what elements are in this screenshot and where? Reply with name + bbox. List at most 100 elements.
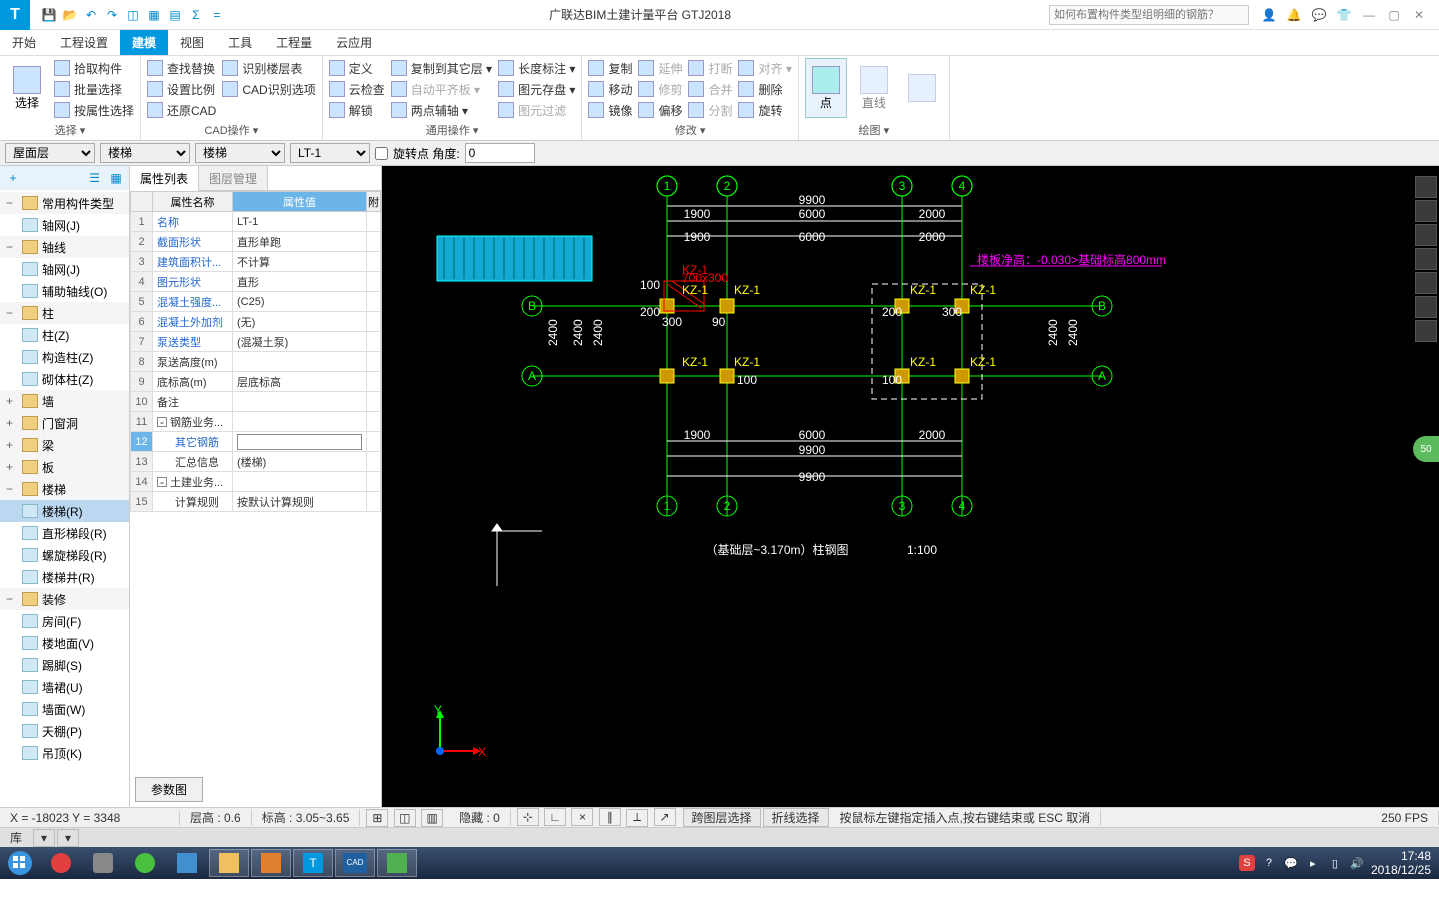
- tree-item[interactable]: 直形梯段(R): [0, 522, 129, 544]
- property-row[interactable]: 14-土建业务...: [131, 472, 381, 492]
- cad-identify-options-button[interactable]: CAD识别选项: [222, 79, 315, 99]
- tree-group[interactable]: +墙: [0, 390, 129, 412]
- taskbar-app-5[interactable]: [209, 849, 249, 877]
- identify-floor-table-button[interactable]: 识别楼层表: [222, 58, 315, 78]
- property-row[interactable]: 6混凝土外加剂(无): [131, 312, 381, 332]
- tree-item[interactable]: 墙裙(U): [0, 676, 129, 698]
- view-tool-1[interactable]: [1415, 176, 1437, 198]
- status2-btn-2[interactable]: ▾: [57, 829, 79, 847]
- status-snap-4[interactable]: ∥: [599, 808, 621, 826]
- status-btn-3[interactable]: ▥: [421, 809, 443, 827]
- length-dimension-button[interactable]: 长度标注 ▾: [498, 58, 575, 78]
- menu-tab-4[interactable]: 工具: [216, 30, 264, 55]
- taskbar-app-2[interactable]: [83, 849, 123, 877]
- ribbon-group-common-label[interactable]: 通用操作 ▾: [329, 120, 576, 138]
- element-save-button[interactable]: 图元存盘 ▾: [498, 79, 575, 99]
- maximize-button[interactable]: ▢: [1384, 8, 1404, 22]
- tree-item[interactable]: 柱(Z): [0, 324, 129, 346]
- ribbon-group-cad-label[interactable]: CAD操作 ▾: [147, 120, 316, 138]
- status-snap-5[interactable]: ⟂: [626, 809, 648, 827]
- taskbar-app-cad[interactable]: CAD: [335, 849, 375, 877]
- status-snap-3[interactable]: ×: [571, 808, 593, 826]
- define-button[interactable]: 定义: [329, 58, 385, 78]
- menu-tab-0[interactable]: 开始: [0, 30, 48, 55]
- qat-redo-icon[interactable]: ↷: [103, 6, 121, 24]
- shirt-icon[interactable]: 👕: [1334, 8, 1354, 22]
- property-row[interactable]: 2截面形状直形单跑: [131, 232, 381, 252]
- tab-property-list[interactable]: 属性列表: [130, 166, 199, 191]
- property-row[interactable]: 8泵送高度(m): [131, 352, 381, 372]
- restore-cad-button[interactable]: 还原CAD: [147, 100, 216, 120]
- param-diagram-button[interactable]: 参数图: [135, 777, 203, 802]
- tree-list-icon[interactable]: ☰: [86, 169, 104, 187]
- offset-button[interactable]: 偏移: [638, 100, 682, 120]
- status2-btn-1[interactable]: ▾: [33, 829, 55, 847]
- tree-group[interactable]: −轴线: [0, 236, 129, 258]
- batch-select-button[interactable]: 批量选择: [54, 79, 134, 99]
- tree-item[interactable]: 墙面(W): [0, 698, 129, 720]
- point-button[interactable]: 点: [805, 58, 847, 118]
- tree-group[interactable]: +梁: [0, 434, 129, 456]
- floor-select[interactable]: 屋面层: [5, 143, 95, 163]
- tray-flag-icon[interactable]: ▸: [1305, 855, 1321, 871]
- ribbon-group-draw-label[interactable]: 绘图 ▾: [805, 120, 943, 138]
- two-point-aux-axis-button[interactable]: 两点辅轴 ▾: [391, 100, 492, 120]
- user-icon[interactable]: 👤: [1259, 8, 1279, 22]
- tree-item[interactable]: 天棚(P): [0, 720, 129, 742]
- taskbar-app-gtj[interactable]: T: [293, 849, 333, 877]
- pick-component-button[interactable]: 拾取构件: [54, 58, 134, 78]
- category1-select[interactable]: 楼梯: [100, 143, 190, 163]
- tree-item[interactable]: 螺旋梯段(R): [0, 544, 129, 566]
- status-snap-1[interactable]: ⊹: [517, 808, 539, 826]
- tree-add-icon[interactable]: +: [4, 169, 22, 187]
- tree-item[interactable]: 楼梯井(R): [0, 566, 129, 588]
- taskbar-app-3[interactable]: [125, 849, 165, 877]
- taskbar-app-6[interactable]: [251, 849, 291, 877]
- property-row[interactable]: 4图元形状直形: [131, 272, 381, 292]
- tray-network-icon[interactable]: ▯: [1327, 855, 1343, 871]
- view-tool-5[interactable]: [1415, 272, 1437, 294]
- ribbon-group-modify-label[interactable]: 修改 ▾: [588, 120, 791, 138]
- tray-volume-icon[interactable]: 🔊: [1349, 855, 1365, 871]
- chat-icon[interactable]: 💬: [1309, 8, 1329, 22]
- tree-group[interactable]: −楼梯: [0, 478, 129, 500]
- rotate-checkbox[interactable]: [375, 147, 388, 160]
- tab-layer-manage[interactable]: 图层管理: [199, 166, 268, 190]
- property-row[interactable]: 12其它钢筋: [131, 432, 381, 452]
- property-row[interactable]: 13汇总信息(楼梯): [131, 452, 381, 472]
- property-row[interactable]: 7泵送类型(混凝土泵): [131, 332, 381, 352]
- property-row[interactable]: 9底标高(m)层底标高: [131, 372, 381, 392]
- property-row[interactable]: 11-钢筋业务...: [131, 412, 381, 432]
- tree-group[interactable]: −装修: [0, 588, 129, 610]
- qat-open-icon[interactable]: 📂: [61, 6, 79, 24]
- taskbar-clock[interactable]: 17:482018/12/25: [1371, 849, 1431, 878]
- tray-input-icon[interactable]: S: [1239, 855, 1255, 871]
- menu-tab-3[interactable]: 视图: [168, 30, 216, 55]
- qat-save-icon[interactable]: 💾: [40, 6, 58, 24]
- status-ku[interactable]: 库: [0, 829, 32, 846]
- property-row[interactable]: 1名称LT-1: [131, 212, 381, 232]
- taskbar-app-4[interactable]: [167, 849, 207, 877]
- qat-sum-icon[interactable]: Σ: [187, 6, 205, 24]
- copy-to-floor-button[interactable]: 复制到其它层 ▾: [391, 58, 492, 78]
- notify-icon[interactable]: 🔔: [1284, 8, 1304, 22]
- view-tool-4[interactable]: [1415, 248, 1437, 270]
- property-row[interactable]: 15计算规则按默认计算规则: [131, 492, 381, 512]
- mirror-button[interactable]: 镜像: [588, 100, 632, 120]
- view-tool-3[interactable]: [1415, 224, 1437, 246]
- menu-tab-2[interactable]: 建模: [120, 30, 168, 55]
- ribbon-group-select-label[interactable]: 选择 ▾: [6, 120, 134, 138]
- status-btn-2[interactable]: ◫: [394, 809, 416, 827]
- tree-item[interactable]: 楼地面(V): [0, 632, 129, 654]
- tray-shield-icon[interactable]: ?: [1261, 855, 1277, 871]
- view-tool-6[interactable]: [1415, 296, 1437, 318]
- polyline-select-button[interactable]: 折线选择: [763, 808, 829, 827]
- tree-item[interactable]: 踢脚(S): [0, 654, 129, 676]
- qat-equals-icon[interactable]: =: [208, 6, 226, 24]
- tree-item[interactable]: 楼梯(R): [0, 500, 129, 522]
- tree-item[interactable]: 砌体柱(Z): [0, 368, 129, 390]
- delete-button[interactable]: 删除: [738, 79, 791, 99]
- tree-item[interactable]: 构造柱(Z): [0, 346, 129, 368]
- qat-undo-icon[interactable]: ↶: [82, 6, 100, 24]
- menu-tab-6[interactable]: 云应用: [324, 30, 384, 55]
